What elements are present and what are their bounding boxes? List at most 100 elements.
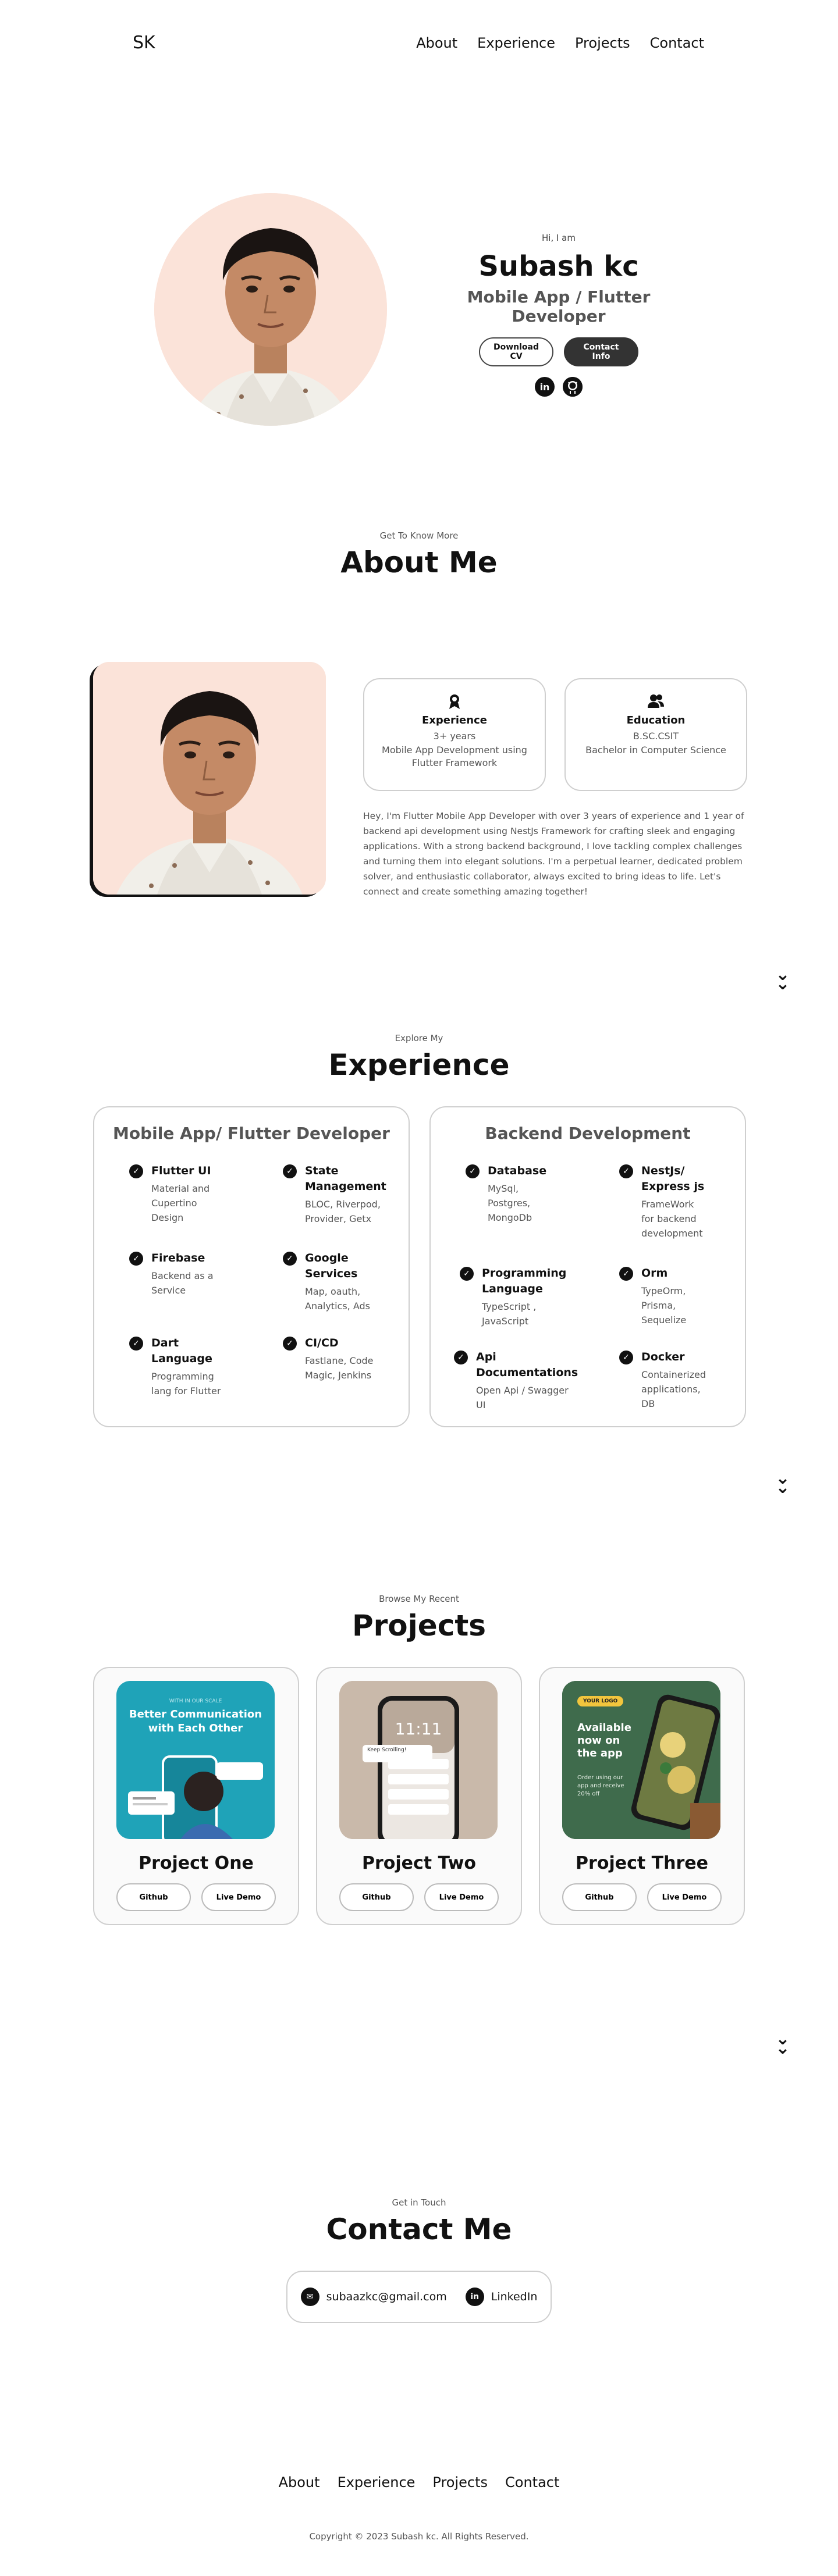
hero-greeting: Hi, I am — [542, 233, 576, 243]
experience-card-years: 3+ years — [433, 731, 476, 742]
skill-name: Database — [488, 1164, 547, 1177]
check-circle-icon: ✓ — [283, 1164, 297, 1178]
live-demo-button[interactable]: Live Demo — [647, 1883, 722, 1911]
check-circle-icon: ✓ — [283, 1252, 297, 1266]
github-button[interactable]: Github — [339, 1883, 414, 1911]
live-demo-button[interactable]: Live Demo — [424, 1883, 499, 1911]
profile-photo — [154, 193, 387, 426]
contact-title: Contact Me — [326, 2212, 512, 2246]
github-button[interactable]: Github — [562, 1883, 637, 1911]
footer-projects-link[interactable]: Projects — [432, 2474, 488, 2491]
project-thumbnail: 11:11 Keep Scrolling! — [339, 1681, 498, 1839]
check-circle-icon: ✓ — [460, 1267, 474, 1281]
skill-item: ✓ State Management BLOC, Riverpod, Provi… — [283, 1163, 399, 1226]
email-link[interactable]: subaazkc@gmail.com — [326, 2290, 447, 2303]
thumbnail-heading: Available now on the app — [577, 1722, 631, 1759]
skill-level: BLOC, Riverpod, Provider, Getx — [305, 1199, 381, 1224]
linkedin-link[interactable]: LinkedIn — [491, 2290, 538, 2303]
thumbnail-caption: WITH IN OUR SCALE — [169, 1698, 222, 1704]
education-card-detail: Bachelor in Computer Science — [585, 744, 726, 756]
experience-subtitle: Explore My — [395, 1033, 443, 1043]
project-thumbnail: YOUR LOGO Available now on the app Order… — [562, 1681, 720, 1839]
footer-experience-link[interactable]: Experience — [338, 2474, 416, 2491]
skill-name: NestJs/ Express js — [641, 1164, 705, 1193]
check-circle-icon: ✓ — [283, 1337, 297, 1351]
thumbnail-note: Keep Scrolling! — [367, 1747, 407, 1753]
nav-experience-link[interactable]: Experience — [477, 35, 555, 51]
projects-subtitle: Browse My Recent — [379, 1594, 459, 1604]
skill-name: Docker — [641, 1351, 685, 1363]
skill-level: MySql, Postgres, MongoDb — [488, 1183, 532, 1223]
linkedin-icon[interactable]: in — [535, 377, 555, 397]
projects-title: Projects — [351, 1609, 486, 1642]
contact-subtitle: Get in Touch — [392, 2197, 446, 2208]
skill-name: Flutter UI — [151, 1164, 211, 1177]
project-buttons: Github Live Demo — [317, 1883, 521, 1911]
medal-icon — [364, 693, 545, 711]
contact-linkedin[interactable]: in LinkedIn — [465, 2288, 538, 2306]
skill-item: ✓ Programming Language TypeScript , Java… — [460, 1266, 576, 1328]
nav-projects-link[interactable]: Projects — [575, 35, 630, 51]
about-subtitle: Get To Know More — [379, 530, 459, 541]
experience-card-heading: Mobile App/ Flutter Developer — [113, 1124, 390, 1143]
skill-name: Programming Language — [482, 1267, 567, 1295]
about-paragraph: Hey, I'm Flutter Mobile App Developer wi… — [363, 811, 744, 897]
skill-item: ✓ CI/CD Fastlane, Code Magic, Jenkins — [283, 1335, 399, 1383]
github-button[interactable]: Github — [116, 1883, 191, 1911]
linkedin-icon: in — [465, 2288, 484, 2306]
skill-name: Dart Language — [151, 1337, 212, 1365]
scroll-down-icon[interactable]: ⌄ ⌄ — [774, 966, 791, 993]
project-title: Project One — [139, 1853, 254, 1873]
nav-about-link[interactable]: About — [416, 35, 457, 51]
thumbnail-caption: Order using our app and receive 20% off — [577, 1775, 624, 1797]
check-circle-icon: ✓ — [619, 1164, 633, 1178]
nav-contact-link[interactable]: Contact — [650, 35, 704, 51]
skill-item: ✓ Dart Language Programming lang for Flu… — [129, 1335, 246, 1398]
skill-level: Fastlane, Code Magic, Jenkins — [305, 1355, 374, 1381]
contact-info-button[interactable]: Contact Info — [564, 337, 638, 366]
skill-name: CI/CD — [305, 1337, 339, 1349]
skill-level: Backend as a Service — [151, 1270, 214, 1296]
experience-card-detail: Mobile App Development using Flutter Fra… — [382, 744, 527, 768]
about-title: About Me — [340, 546, 498, 579]
skill-level: Map, oauth, Analytics, Ads — [305, 1286, 370, 1312]
skill-item: ✓ Database MySql, Postgres, MongoDb — [466, 1163, 582, 1225]
live-demo-button[interactable]: Live Demo — [201, 1883, 276, 1911]
thumbnail-heading: Better Communication with Each Other — [129, 1708, 262, 1734]
experience-card-mobile: Mobile App/ Flutter Developer ✓ Flutter … — [93, 1106, 410, 1427]
skill-name: Firebase — [151, 1252, 205, 1264]
skill-item: ✓ Firebase Backend as a Service — [129, 1250, 246, 1298]
github-icon[interactable] — [563, 377, 583, 397]
check-circle-icon: ✓ — [466, 1164, 480, 1178]
hero-buttons: Download CV Contact Info — [431, 337, 687, 366]
skill-name: Api Documentations — [476, 1351, 578, 1379]
skill-item: ✓ Orm TypeOrm, Prisma, Sequelize — [619, 1266, 736, 1327]
navbar: SK About Experience Projects Contact — [0, 0, 838, 87]
footer-about-link[interactable]: About — [279, 2474, 320, 2491]
skill-item: ✓ Docker Containerized applications, DB — [619, 1349, 736, 1411]
contact-box: ✉ subaazkc@gmail.com in LinkedIn — [286, 2271, 552, 2323]
skill-name: Google Services — [305, 1252, 358, 1280]
experience-card-title: Experience — [422, 714, 487, 726]
skill-level: TypeOrm, Prisma, Sequelize — [641, 1285, 687, 1326]
project-card: YOUR LOGO Available now on the app Order… — [539, 1667, 745, 1925]
project-buttons: Github Live Demo — [540, 1883, 744, 1911]
scroll-down-icon[interactable]: ⌄ ⌄ — [774, 2030, 791, 2057]
nav-links: About Experience Projects Contact — [416, 35, 704, 51]
education-summary-card: Education B.SC.CSIT Bachelor in Computer… — [564, 678, 747, 791]
scroll-down-icon[interactable]: ⌄ ⌄ — [774, 1470, 791, 1497]
skill-level: Material and Cupertino Design — [151, 1183, 210, 1223]
skill-level: TypeScript , JavaScript — [482, 1301, 537, 1327]
logo[interactable]: SK — [133, 33, 155, 53]
download-cv-button[interactable]: Download CV — [479, 337, 553, 366]
project-card: WITH IN OUR SCALE Better Communication w… — [93, 1667, 299, 1925]
project-thumbnail: WITH IN OUR SCALE Better Communication w… — [116, 1681, 275, 1839]
skill-level: FrameWork for backend development — [641, 1199, 703, 1239]
hero-intro: Hi, I am Subash kc Mobile App / Flutter … — [431, 233, 687, 397]
skill-item: ✓ Google Services Map, oauth, Analytics,… — [283, 1250, 399, 1313]
contact-email[interactable]: ✉ subaazkc@gmail.com — [300, 2288, 447, 2306]
skill-item: ✓ NestJs/ Express js FrameWork for backe… — [619, 1163, 736, 1241]
thumbnail-time: 11:11 — [395, 1719, 442, 1738]
copyright-text: Copyright © 2023 Subash kc. All Rights R… — [309, 2531, 529, 2542]
footer-contact-link[interactable]: Contact — [505, 2474, 559, 2491]
